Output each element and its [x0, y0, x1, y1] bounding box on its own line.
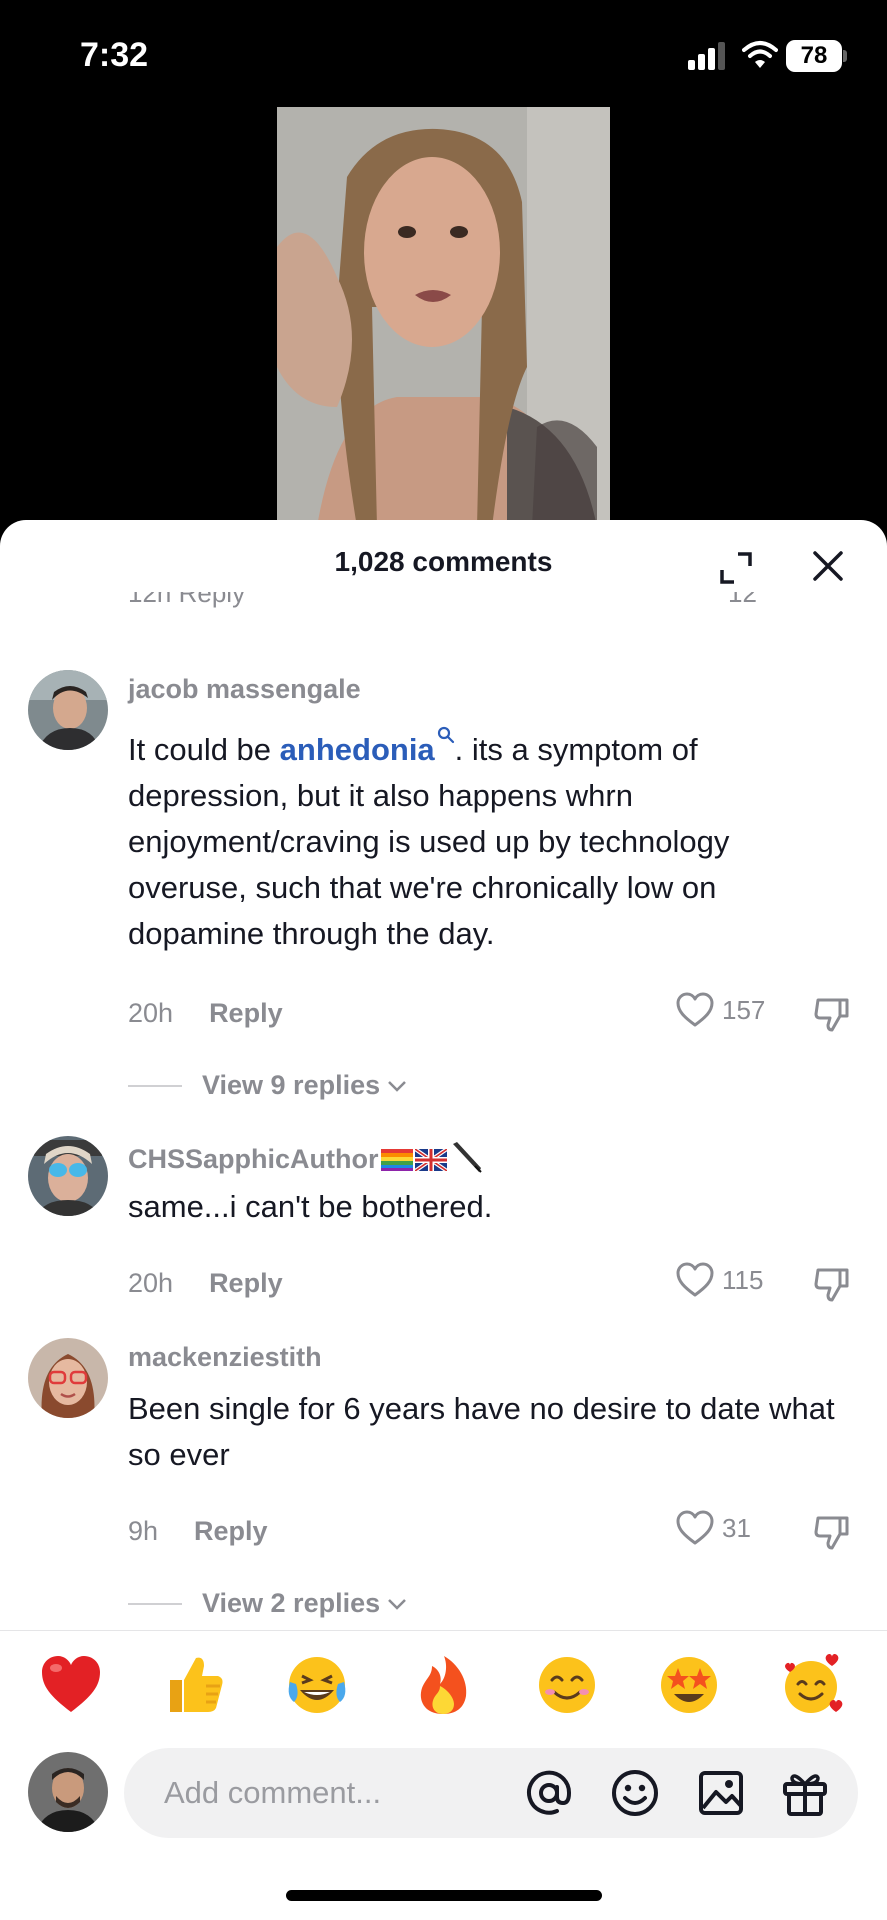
- dislike-icon[interactable]: [812, 1512, 852, 1552]
- like-button[interactable]: 31: [676, 1510, 751, 1546]
- composer-divider: [0, 1630, 887, 1631]
- comment-text: same...i can't be bothered.: [128, 1189, 493, 1224]
- thumbs-up-emoji-button[interactable]: [162, 1652, 228, 1718]
- divider-line: [128, 1084, 182, 1087]
- battery-level: 78: [786, 40, 842, 72]
- comment-meta: 9h Reply: [128, 1516, 268, 1547]
- comment-time: 20h: [128, 998, 174, 1028]
- heart-icon: [676, 1510, 714, 1545]
- divider-line: [128, 1602, 182, 1605]
- view-replies-label: View 2 replies: [202, 1588, 381, 1618]
- close-icon[interactable]: [810, 548, 846, 584]
- like-button[interactable]: 157: [676, 992, 765, 1028]
- like-button[interactable]: 115: [676, 1262, 763, 1298]
- expand-icon[interactable]: [718, 550, 754, 586]
- video-frame-illustration: [277, 107, 610, 527]
- comment-username[interactable]: mackenziestith: [128, 1342, 322, 1373]
- smiling-emoji-button[interactable]: [534, 1652, 600, 1718]
- emoji-icon[interactable]: [610, 1768, 660, 1818]
- comment-text: Been single for 6 years have no desire t…: [128, 1391, 835, 1472]
- avatar[interactable]: [28, 670, 108, 750]
- search-icon: [437, 726, 454, 744]
- like-count: 31: [722, 1512, 751, 1543]
- mention-icon[interactable]: [524, 1768, 574, 1818]
- heart-icon: [676, 1262, 714, 1297]
- smiling-hearts-emoji-button[interactable]: [780, 1652, 846, 1718]
- username-text: CHSSapphicAuthor: [128, 1144, 379, 1174]
- comment-time: 9h: [128, 1516, 159, 1546]
- comment-username[interactable]: jacob massengale: [128, 674, 361, 705]
- comment-meta: 20h Reply: [128, 998, 283, 1029]
- home-indicator[interactable]: [286, 1890, 602, 1901]
- fire-emoji-button[interactable]: [410, 1652, 476, 1718]
- signal-icon: [688, 42, 725, 70]
- emoji-quick-row: [0, 1648, 887, 1728]
- comment-meta: 20h Reply: [128, 1268, 283, 1299]
- image-icon[interactable]: [696, 1768, 746, 1818]
- comment-text: It could be anhedonia. its a symptom of …: [128, 726, 848, 957]
- reply-button[interactable]: Reply: [209, 998, 283, 1028]
- reply-button[interactable]: Reply: [194, 1516, 268, 1546]
- heart-icon: [676, 992, 714, 1027]
- avatar[interactable]: [28, 1136, 108, 1216]
- cutoff-likes-text: 12: [728, 592, 757, 608]
- search-link-anhedonia[interactable]: anhedonia: [280, 732, 435, 767]
- heart-emoji-button[interactable]: [38, 1652, 104, 1718]
- laughing-emoji-button[interactable]: [284, 1652, 350, 1718]
- comment-input[interactable]: [162, 1770, 496, 1816]
- comment-text-start: It could be: [128, 732, 280, 767]
- uk-flag-icon: [413, 1147, 448, 1173]
- chevron-down-icon: [388, 1598, 407, 1610]
- comment-username[interactable]: CHSSapphicAuthor: [128, 1140, 483, 1175]
- star-struck-emoji-button[interactable]: [656, 1652, 722, 1718]
- gift-icon[interactable]: [780, 1768, 830, 1818]
- like-count: 157: [722, 994, 766, 1025]
- video-preview[interactable]: [277, 107, 610, 527]
- dislike-icon[interactable]: [812, 1264, 852, 1304]
- cutoff-meta-text: 12h Reply: [128, 592, 246, 608]
- view-replies-button[interactable]: View 9 replies: [128, 1070, 408, 1101]
- current-user-avatar[interactable]: [28, 1752, 108, 1832]
- reply-button[interactable]: Reply: [209, 1268, 283, 1298]
- pen-icon: [452, 1142, 482, 1173]
- battery-tip: [843, 50, 847, 62]
- comment-time: 20h: [128, 1268, 174, 1298]
- rainbow-flag-icon: [380, 1149, 413, 1171]
- view-replies-label: View 9 replies: [202, 1070, 381, 1100]
- dislike-icon[interactable]: [812, 994, 852, 1034]
- avatar[interactable]: [28, 1338, 108, 1418]
- sheet-header: 1,028 comments 12h Reply 12: [0, 520, 887, 610]
- status-time: 7:32: [80, 36, 149, 74]
- comment-composer[interactable]: [124, 1748, 858, 1838]
- like-count: 115: [722, 1264, 764, 1295]
- chevron-down-icon: [388, 1080, 407, 1092]
- previous-comment-cutoff: 12h Reply 12: [128, 592, 848, 614]
- view-replies-button[interactable]: View 2 replies: [128, 1588, 408, 1619]
- status-bar: 7:32 78: [0, 0, 887, 110]
- wifi-icon: [742, 41, 778, 68]
